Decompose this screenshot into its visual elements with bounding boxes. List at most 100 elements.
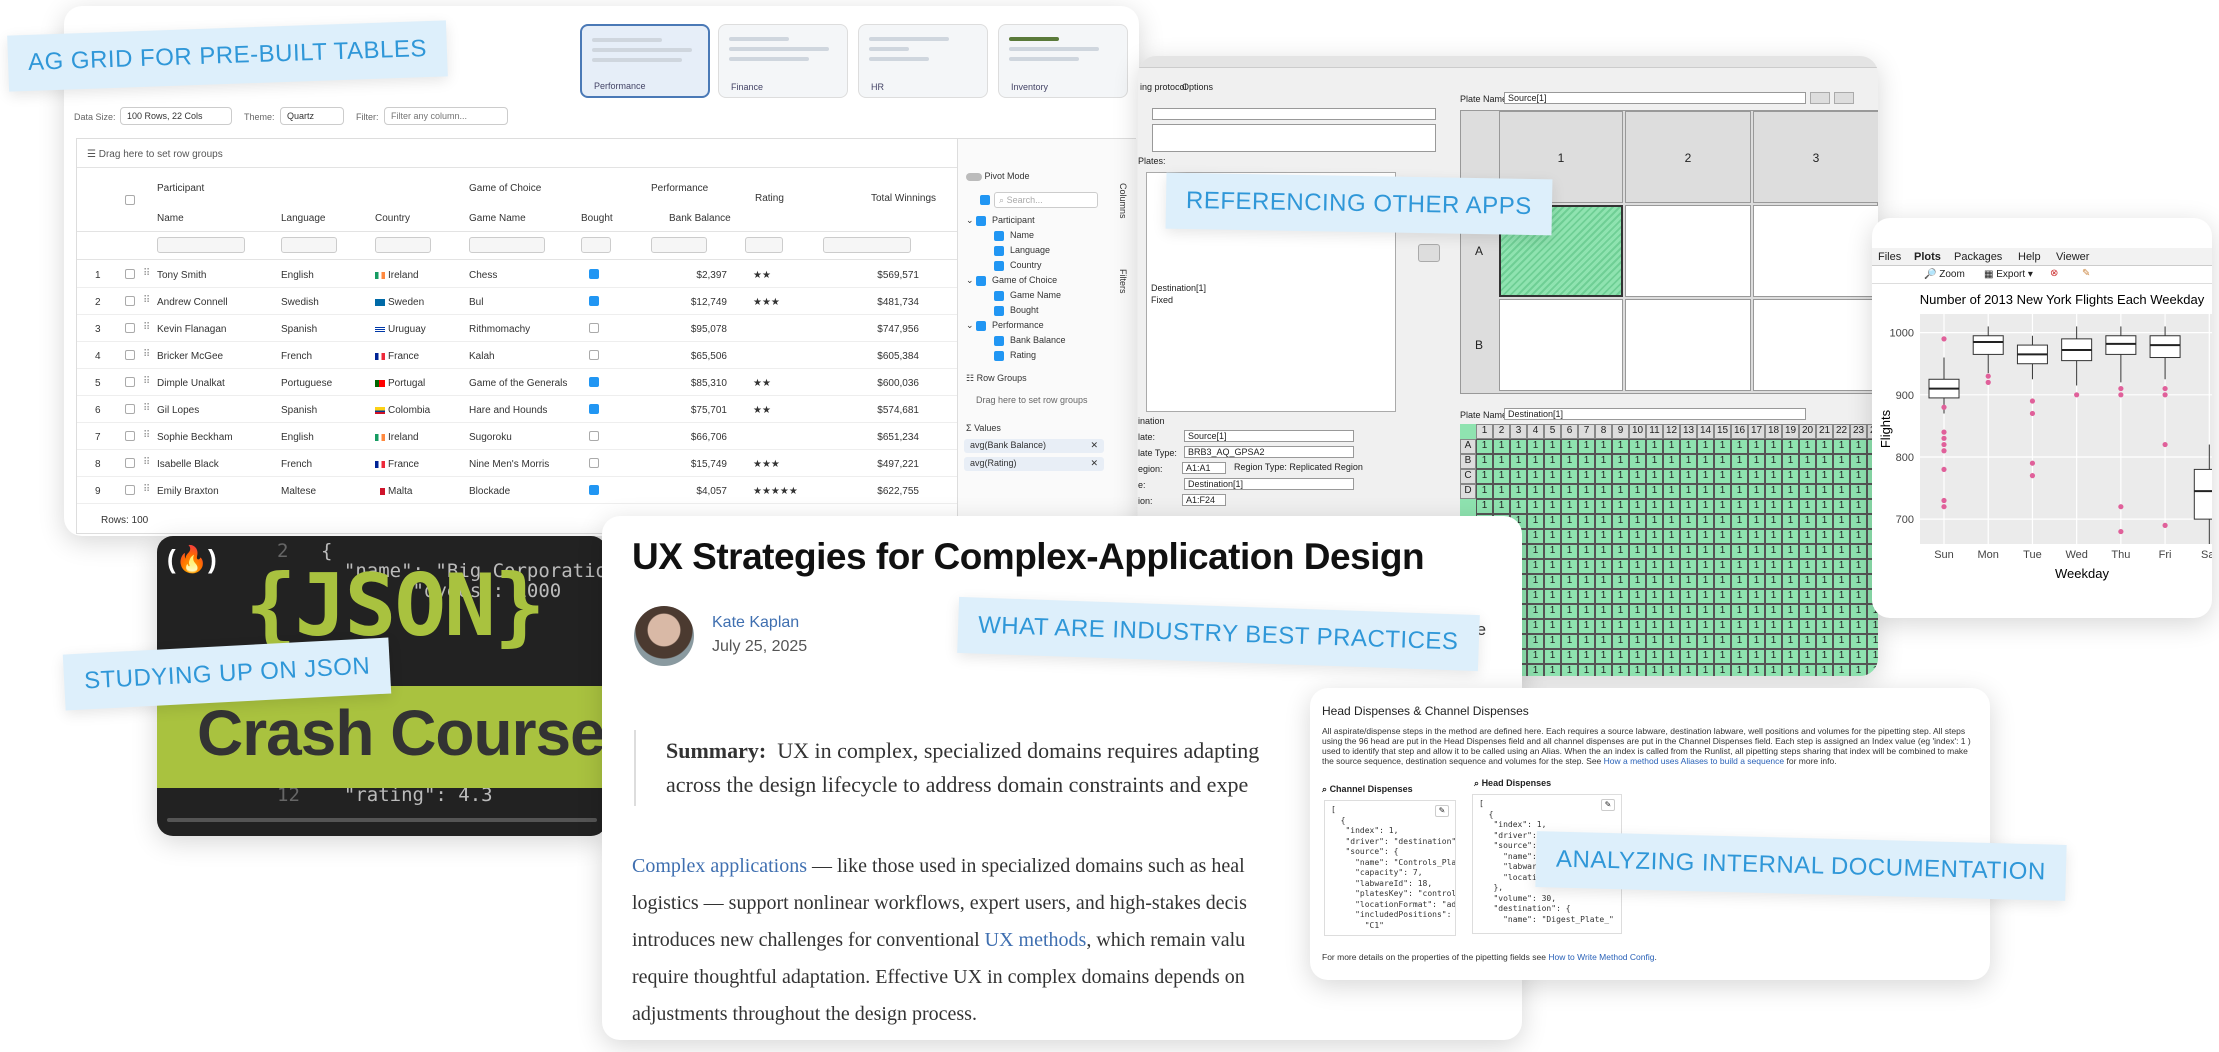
well[interactable]: 1: [1595, 469, 1612, 484]
well[interactable]: 1: [1663, 634, 1680, 649]
well[interactable]: 1: [1816, 544, 1833, 559]
pivot-checkbox[interactable]: [994, 230, 1004, 241]
drag-handle-icon[interactable]: ⠿: [143, 295, 150, 306]
zoom-button[interactable]: 🔎 Zoom: [1924, 269, 1965, 280]
well[interactable]: 1: [1663, 514, 1680, 529]
filter-language[interactable]: [281, 237, 337, 253]
well[interactable]: 1: [1850, 649, 1867, 664]
pivot-column-item[interactable]: ⌄ Game of Choice: [966, 275, 1057, 286]
select-all-checkbox[interactable]: [125, 195, 135, 205]
well[interactable]: 1: [1595, 664, 1612, 676]
well[interactable]: 1: [1527, 499, 1544, 514]
well[interactable]: 1: [1629, 454, 1646, 469]
well[interactable]: 1: [1765, 454, 1782, 469]
well[interactable]: 1: [1663, 484, 1680, 499]
table-row[interactable]: 4 ⠿ Bricker McGee French France Kalah $65,506 $…: [77, 342, 1101, 369]
well[interactable]: 1: [1612, 544, 1629, 559]
table-row[interactable]: 3 ⠿ Kevin Flanagan Spanish Uruguay Rithmomach…: [77, 315, 1101, 342]
well[interactable]: 1: [1680, 604, 1697, 619]
well[interactable]: 1: [1663, 559, 1680, 574]
table-row[interactable]: 7 ⠿ Sophie Beckham English Ireland Sugoroku $6…: [77, 423, 1101, 450]
well[interactable]: 1: [1629, 634, 1646, 649]
well[interactable]: 1: [1561, 499, 1578, 514]
well[interactable]: 1: [1799, 469, 1816, 484]
bought-checkbox[interactable]: [589, 458, 599, 468]
well[interactable]: 1: [1510, 454, 1527, 469]
well[interactable]: 1: [1680, 469, 1697, 484]
well[interactable]: [1625, 205, 1751, 297]
well[interactable]: 1: [1663, 574, 1680, 589]
well[interactable]: 1: [1816, 604, 1833, 619]
well[interactable]: 1: [1748, 454, 1765, 469]
thumb-finance[interactable]: Finance: [718, 24, 848, 98]
well[interactable]: 1: [1799, 574, 1816, 589]
form-field[interactable]: A1:F24: [1182, 494, 1226, 506]
well[interactable]: [1625, 299, 1751, 391]
well[interactable]: 1: [1765, 559, 1782, 574]
well[interactable]: 1: [1561, 634, 1578, 649]
drag-handle-icon[interactable]: ⠿: [143, 484, 150, 495]
form-field[interactable]: Destination[1]: [1184, 478, 1354, 490]
row-groups-drop[interactable]: Drag here to set row groups: [976, 395, 1088, 405]
well[interactable]: 1: [1697, 544, 1714, 559]
well[interactable]: 1: [1612, 454, 1629, 469]
filter-bank[interactable]: [651, 237, 707, 253]
well[interactable]: 1: [1578, 664, 1595, 676]
well[interactable]: 1: [1646, 514, 1663, 529]
form-field[interactable]: A1:A1: [1182, 462, 1226, 474]
well[interactable]: 1: [1561, 439, 1578, 454]
well[interactable]: 1: [1476, 499, 1493, 514]
well[interactable]: 1: [1731, 649, 1748, 664]
well[interactable]: 1: [1799, 604, 1816, 619]
table-row[interactable]: 1 ⠿ Tony Smith English Ireland Chess $2,397 ★★ $…: [77, 261, 1101, 288]
well[interactable]: 1: [1731, 484, 1748, 499]
well[interactable]: 1: [1765, 589, 1782, 604]
thumb-performance[interactable]: Performance: [580, 24, 710, 98]
well[interactable]: 1: [1833, 439, 1850, 454]
well[interactable]: 1: [1714, 484, 1731, 499]
well[interactable]: 1: [1867, 634, 1878, 649]
well[interactable]: 1: [1680, 559, 1697, 574]
well[interactable]: 1: [1646, 634, 1663, 649]
well[interactable]: 1: [1765, 574, 1782, 589]
well[interactable]: 1: [1527, 469, 1544, 484]
side-tab-filters[interactable]: Filters: [1118, 269, 1128, 294]
well[interactable]: 1: [1646, 529, 1663, 544]
well[interactable]: 1: [1544, 484, 1561, 499]
well[interactable]: 1: [1833, 514, 1850, 529]
well[interactable]: 1: [1527, 484, 1544, 499]
well[interactable]: 1: [1544, 619, 1561, 634]
well[interactable]: 1: [1544, 664, 1561, 676]
well[interactable]: 1: [1561, 514, 1578, 529]
well[interactable]: 1: [1680, 619, 1697, 634]
well[interactable]: 1: [1697, 454, 1714, 469]
pivot-checkbox[interactable]: [976, 275, 987, 286]
well[interactable]: 1: [1799, 439, 1816, 454]
well[interactable]: 1: [1544, 454, 1561, 469]
well[interactable]: 1: [1663, 499, 1680, 514]
well[interactable]: 1: [1680, 649, 1697, 664]
text-area[interactable]: [1152, 124, 1436, 152]
well[interactable]: 1: [1629, 514, 1646, 529]
well[interactable]: 1: [1510, 499, 1527, 514]
bought-checkbox[interactable]: [589, 485, 599, 495]
form-field[interactable]: Source[1]: [1184, 430, 1354, 442]
well[interactable]: 1: [1595, 604, 1612, 619]
well[interactable]: 1: [1527, 649, 1544, 664]
well[interactable]: 1: [1578, 454, 1595, 469]
well[interactable]: 1: [1799, 634, 1816, 649]
well[interactable]: 1: [1527, 529, 1544, 544]
well[interactable]: 1: [1527, 439, 1544, 454]
filter-country[interactable]: [375, 237, 431, 253]
bought-checkbox[interactable]: [589, 323, 599, 333]
well[interactable]: 1: [1748, 604, 1765, 619]
well[interactable]: 1: [1833, 454, 1850, 469]
well[interactable]: 1: [1493, 454, 1510, 469]
pivot-checkbox[interactable]: [994, 260, 1004, 271]
tab-help[interactable]: Help: [2018, 251, 2041, 263]
well[interactable]: 1: [1544, 589, 1561, 604]
well[interactable]: 1: [1510, 439, 1527, 454]
well[interactable]: 1: [1612, 574, 1629, 589]
edit-icon[interactable]: ✎: [1601, 799, 1615, 811]
well[interactable]: 1: [1527, 589, 1544, 604]
